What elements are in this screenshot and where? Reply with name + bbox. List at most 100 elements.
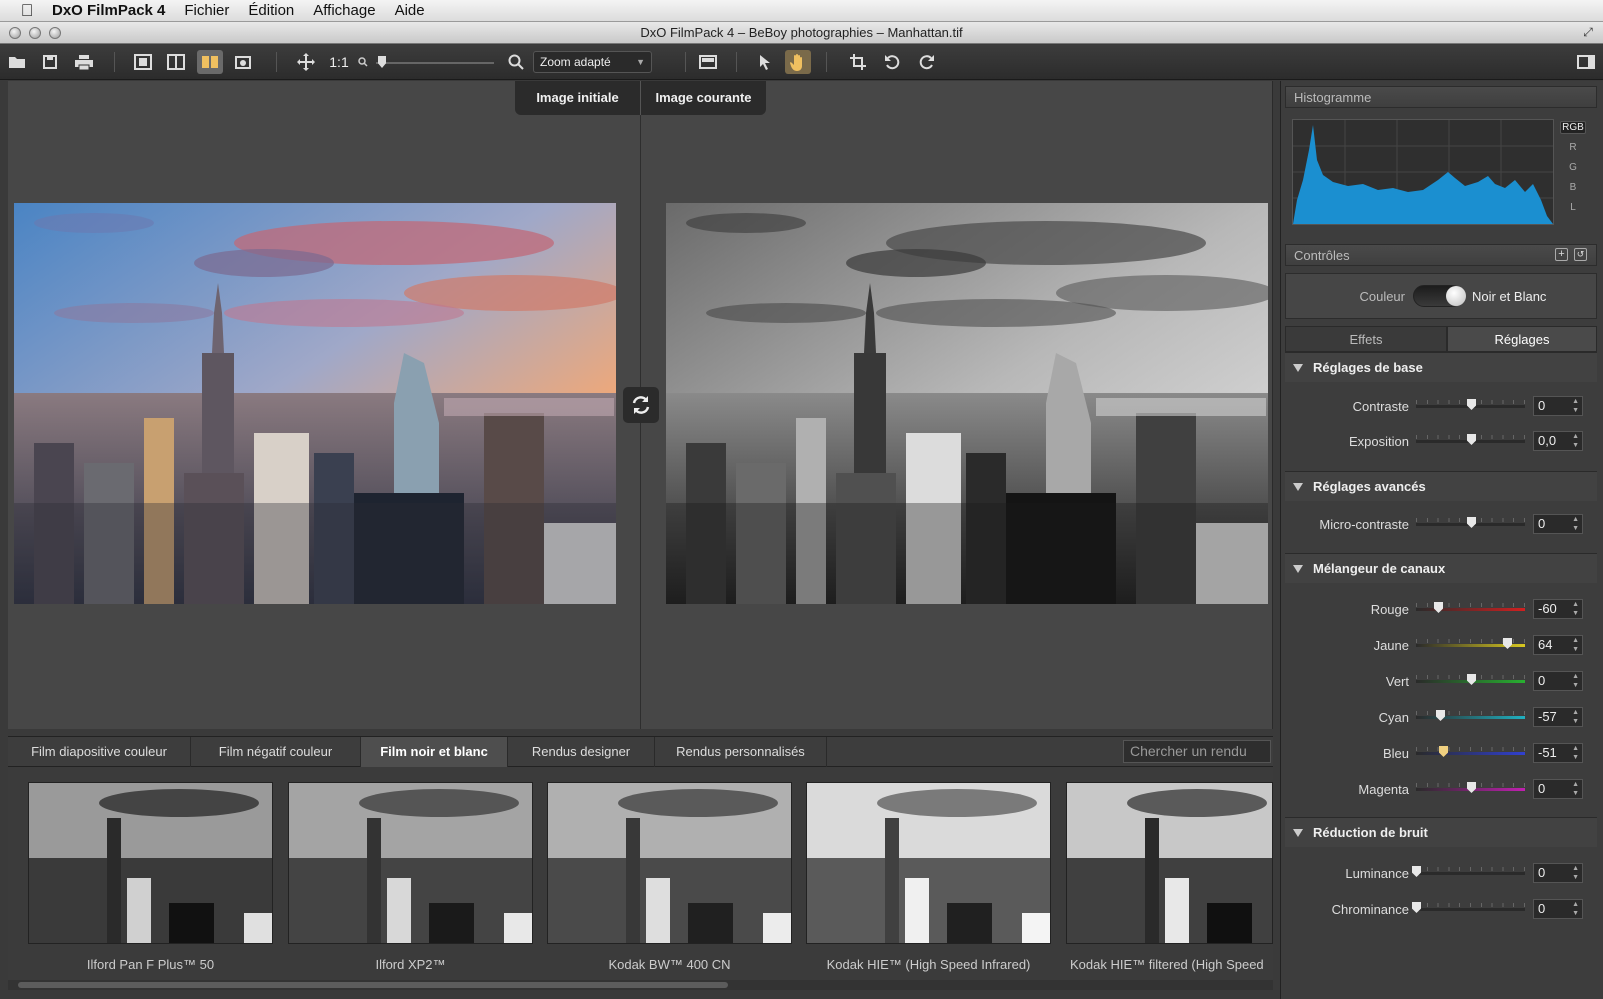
- original-image[interactable]: [14, 203, 616, 604]
- image-courante-button[interactable]: Image courante: [641, 81, 766, 115]
- rotate-left-icon[interactable]: [879, 50, 905, 74]
- hand-tool-icon[interactable]: [785, 50, 811, 74]
- reset-icon[interactable]: ↺: [1574, 248, 1587, 261]
- channel-b-button[interactable]: B: [1560, 182, 1586, 193]
- zoom-100-button[interactable]: 1:1: [324, 50, 354, 74]
- channel-rgb-button[interactable]: RGB: [1560, 121, 1586, 134]
- bleu-value-field[interactable]: -51 ▲ ▼: [1533, 743, 1583, 763]
- side-by-side-view-icon[interactable]: [197, 50, 223, 74]
- channel-g-button[interactable]: G: [1560, 162, 1586, 173]
- section-melangeur-de-canaux[interactable]: Mélangeur de canaux: [1285, 553, 1597, 583]
- disclosure-triangle-icon: [1293, 364, 1303, 372]
- print-icon[interactable]: [71, 50, 97, 74]
- fullscreen-preview-icon[interactable]: [695, 50, 721, 74]
- stepper-icon[interactable]: ▲ ▼: [1572, 900, 1579, 918]
- search-render-input[interactable]: Chercher un rendu: [1123, 740, 1271, 763]
- stepper-icon[interactable]: ▲ ▼: [1572, 672, 1579, 690]
- tab-film-noir-et-blanc[interactable]: Film noir et blanc: [361, 737, 508, 767]
- tab-film-negatif[interactable]: Film négatif couleur: [191, 737, 361, 767]
- tab-rendus-personnalises[interactable]: Rendus personnalisés: [655, 737, 827, 767]
- tab-film-diapositive[interactable]: Film diapositive couleur: [8, 737, 191, 767]
- luminance-slider[interactable]: [1416, 872, 1525, 875]
- section-reglages-de-base[interactable]: Réglages de base: [1285, 352, 1597, 382]
- tab-reglages[interactable]: Réglages: [1447, 326, 1597, 352]
- menu-edition[interactable]: Édition: [248, 2, 294, 19]
- image-initiale-button[interactable]: Image initiale: [515, 81, 640, 115]
- menu-aide[interactable]: Aide: [395, 2, 425, 19]
- disclosure-triangle-icon: [1293, 483, 1303, 491]
- stepper-icon[interactable]: ▲ ▼: [1572, 432, 1579, 450]
- compare-snapshot-icon[interactable]: [231, 50, 257, 74]
- add-preset-icon[interactable]: +: [1555, 248, 1568, 261]
- channel-r-button[interactable]: R: [1560, 142, 1586, 153]
- chrominance-slider[interactable]: [1416, 908, 1525, 911]
- section-reduction-de-bruit[interactable]: Réduction de bruit: [1285, 817, 1597, 847]
- bleu-slider[interactable]: [1416, 752, 1525, 755]
- stepper-icon[interactable]: ▲ ▼: [1572, 636, 1579, 654]
- zoom-out-icon[interactable]: [356, 50, 370, 74]
- thumbnail-kodak-hie-filtered[interactable]: [1066, 782, 1273, 944]
- section-title: Réglages avancés: [1313, 479, 1426, 494]
- apple-menu-icon[interactable]: : [18, 1, 36, 20]
- controls-header[interactable]: Contrôles: [1285, 244, 1597, 266]
- cyan-slider[interactable]: [1416, 716, 1525, 719]
- open-folder-icon[interactable]: [4, 50, 30, 74]
- luminance-value-field[interactable]: 0 ▲ ▼: [1533, 863, 1583, 883]
- stepper-icon[interactable]: ▲ ▼: [1572, 708, 1579, 726]
- tab-rendus-designer[interactable]: Rendus designer: [508, 737, 655, 767]
- stepper-icon[interactable]: ▲ ▼: [1572, 864, 1579, 882]
- jaune-value-field[interactable]: 64 ▲ ▼: [1533, 635, 1583, 655]
- pointer-tool-icon[interactable]: [752, 50, 778, 74]
- zoom-in-icon[interactable]: [503, 50, 529, 74]
- zoom-slider-handle[interactable]: [378, 56, 386, 68]
- histogram-header[interactable]: Histogramme: [1285, 86, 1597, 108]
- magenta-value-field[interactable]: 0 ▲ ▼: [1533, 779, 1583, 799]
- zoom-window-button[interactable]: [49, 27, 61, 39]
- move-pan-icon[interactable]: [293, 50, 319, 74]
- current-image[interactable]: [666, 203, 1268, 604]
- stepper-icon[interactable]: ▲ ▼: [1572, 397, 1579, 415]
- chrominance-value-field[interactable]: 0 ▲ ▼: [1533, 899, 1583, 919]
- minimize-window-button[interactable]: [29, 27, 41, 39]
- zoom-select[interactable]: Zoom adapté ▼: [533, 51, 652, 73]
- stepper-icon[interactable]: ▲ ▼: [1572, 600, 1579, 618]
- crop-icon[interactable]: [845, 50, 871, 74]
- split-view-icon[interactable]: [163, 50, 189, 74]
- disclosure-triangle-icon: [1293, 829, 1303, 837]
- color-bw-switch-knob[interactable]: [1446, 286, 1466, 306]
- micro-contraste-value-field[interactable]: 0 ▲ ▼: [1533, 514, 1583, 534]
- stepper-icon[interactable]: ▲ ▼: [1572, 515, 1579, 533]
- stepper-icon[interactable]: ▲ ▼: [1572, 780, 1579, 798]
- thumbnail-ilford-pan-f[interactable]: [28, 782, 273, 944]
- contraste-value-field[interactable]: 0 ▲ ▼: [1533, 396, 1583, 416]
- single-view-icon[interactable]: [130, 50, 156, 74]
- section-reglages-avances[interactable]: Réglages avancés: [1285, 471, 1597, 501]
- cyan-value-field[interactable]: -57 ▲ ▼: [1533, 707, 1583, 727]
- save-icon[interactable]: [37, 50, 63, 74]
- stepper-icon[interactable]: ▲ ▼: [1572, 744, 1579, 762]
- section-title: Mélangeur de canaux: [1313, 561, 1446, 576]
- rouge-value-field[interactable]: -60 ▲ ▼: [1533, 599, 1583, 619]
- tab-effets[interactable]: Effets: [1285, 326, 1447, 352]
- rouge-slider[interactable]: [1416, 608, 1525, 611]
- rotate-right-icon[interactable]: [914, 50, 940, 74]
- panel-toggle-icon[interactable]: [1573, 50, 1599, 74]
- swap-images-button[interactable]: [623, 387, 659, 423]
- channel-l-button[interactable]: L: [1560, 202, 1586, 213]
- menu-affichage[interactable]: Affichage: [313, 2, 375, 19]
- value-text: 0: [1538, 516, 1546, 531]
- exposition-value-field[interactable]: 0,0 ▲ ▼: [1533, 431, 1583, 451]
- zoom-slider-track[interactable]: [376, 62, 494, 64]
- thumbnail-kodak-bw-400[interactable]: [547, 782, 792, 944]
- close-window-button[interactable]: [9, 27, 21, 39]
- menu-fichier[interactable]: Fichier: [184, 2, 229, 19]
- vert-value-field[interactable]: 0 ▲ ▼: [1533, 671, 1583, 691]
- film-strip-scroll-thumb[interactable]: [18, 982, 728, 988]
- slider-label: Cyan: [1378, 710, 1409, 725]
- menu-app-name[interactable]: DxO FilmPack 4: [52, 2, 165, 19]
- thumbnail-ilford-xp2[interactable]: [288, 782, 533, 944]
- fullscreen-icon[interactable]: ⤢: [1581, 25, 1595, 39]
- thumbnail-label: Kodak HIE™ filtered (High Speed: [1070, 957, 1264, 972]
- thumbnail-kodak-hie[interactable]: [806, 782, 1051, 944]
- menu-bar:  DxO FilmPack 4 Fichier Édition Afficha…: [0, 0, 1603, 22]
